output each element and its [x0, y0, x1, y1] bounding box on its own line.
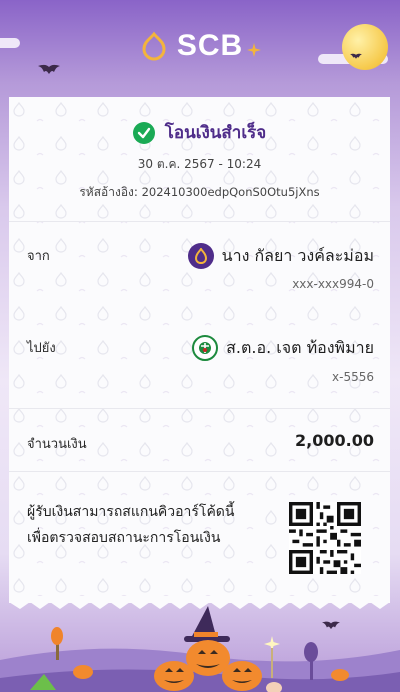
scb-logo-icon	[142, 31, 166, 61]
brand-name: SCB	[176, 29, 244, 62]
amount-label: จำนวนเงิน	[27, 437, 87, 452]
pumpkin-icon	[154, 606, 262, 691]
receipt-screen: SCB โอนเงินสำเร็จ 30 ต.ค. 2567 - 10:24 ร…	[0, 0, 400, 692]
bat-icon	[322, 621, 340, 630]
reference-code: 202410300edpQonS0Otu5jXns	[141, 185, 320, 199]
check-circle-icon	[132, 121, 155, 144]
qr-note: ผู้รับเงินสามารถสแกนคิวอาร์โค้ดนี้ เพื่อ…	[27, 499, 234, 551]
amount-value: 2,000.00	[295, 431, 374, 450]
to-name: ส.ต.อ. เจต ท้องพิมาย	[226, 337, 374, 357]
from-label: จาก	[27, 249, 50, 264]
qr-note-line2: เพื่อตรวจสอบสถานะการโอนเงิน	[27, 530, 221, 546]
from-account-number: xxx-xxx994-0	[292, 277, 374, 291]
qr-note-line1: ผู้รับเงินสามารถสแกนคิวอาร์โค้ดนี้	[27, 504, 235, 520]
sparkle-icon	[247, 43, 262, 57]
reference-label: รหัสอ้างอิง:	[79, 185, 138, 199]
status-row: โอนเงินสำเร็จ	[9, 119, 390, 146]
pumpkin-icon	[73, 665, 93, 679]
kasikorn-avatar-icon	[192, 335, 219, 361]
to-label: ไปยัง	[27, 341, 56, 356]
status-title: โอนเงินสำเร็จ	[164, 123, 267, 143]
receipt-card: โอนเงินสำเร็จ 30 ต.ค. 2567 - 10:24 รหัสอ…	[9, 97, 390, 603]
reference-line: รหัสอ้างอิง: 202410300edpQonS0Otu5jXns	[9, 183, 390, 202]
divider	[9, 471, 390, 472]
pumpkin-icon	[331, 669, 349, 681]
moon-icon	[342, 24, 388, 70]
bat-icon	[38, 64, 60, 74]
from-account-row: นาง กัลยา วงค์ละม่อม	[187, 243, 374, 269]
transaction-datetime: 30 ต.ค. 2567 - 10:24	[137, 157, 262, 171]
bat-icon	[350, 53, 362, 59]
scb-logo: SCB	[0, 26, 400, 66]
divider	[9, 221, 390, 222]
bank-avatar-icon	[187, 243, 214, 269]
to-account-number: x-5556	[332, 370, 374, 384]
to-account-row: ส.ต.อ. เจต ท้องพิมาย	[192, 335, 374, 361]
divider	[9, 408, 390, 409]
sparkle-icon	[264, 636, 282, 692]
qr-code[interactable]	[289, 502, 361, 574]
from-name: นาง กัลยา วงค์ละม่อม	[221, 245, 374, 265]
